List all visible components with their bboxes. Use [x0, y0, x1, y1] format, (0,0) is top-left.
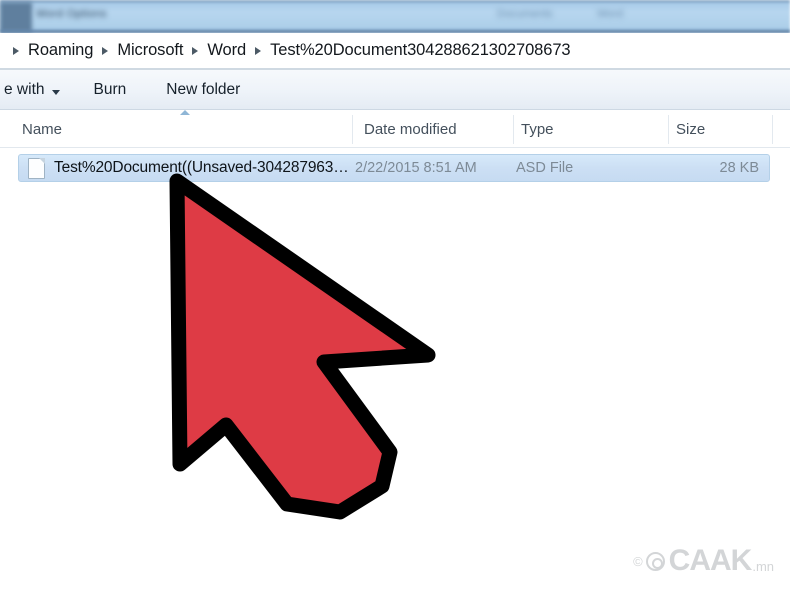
column-divider[interactable]: [513, 115, 514, 144]
window-titlebar-blurred: [0, 0, 790, 32]
file-size-cell: 28 KB: [719, 160, 760, 176]
copyright-icon: ©: [633, 553, 643, 569]
globe-icon: [645, 551, 665, 571]
window-right-label-a: Documents: [497, 8, 553, 20]
window-right-label-b: Word: [597, 8, 624, 20]
chevron-right-icon: [192, 46, 199, 55]
window-tab-label: Word Options: [36, 8, 107, 20]
column-header-type[interactable]: Type: [521, 121, 554, 138]
chevron-right-icon: [13, 46, 19, 55]
chevron-right-icon: [102, 46, 109, 55]
chevron-down-icon: [51, 89, 60, 95]
file-date-modified-cell: 2/22/2015 8:51 AM: [355, 160, 477, 176]
toolbar-open-with-button[interactable]: e with: [0, 77, 64, 103]
watermark: © CAAK .mn: [633, 546, 774, 576]
table-row[interactable]: Test%20Document((Unsaved-304287963… 2/22…: [18, 154, 770, 182]
window-left-edge: [0, 2, 32, 32]
file-name-cell: Test%20Document((Unsaved-304287963…: [54, 159, 349, 176]
toolbar-open-with-label: e with: [4, 81, 45, 98]
column-header-size[interactable]: Size: [676, 121, 705, 138]
watermark-brand: CAAK: [668, 544, 753, 577]
explorer-window: Word Options Documents Word Roaming Micr…: [0, 0, 790, 592]
breadcrumb[interactable]: Roaming Microsoft Word Test%20Document30…: [0, 33, 790, 68]
toolbar-new-folder-label: New folder: [166, 81, 241, 98]
column-divider[interactable]: [772, 115, 773, 144]
column-divider[interactable]: [668, 115, 669, 144]
breadcrumb-item-word[interactable]: Word: [207, 41, 246, 60]
chevron-right-icon: [255, 46, 262, 55]
column-header-date-modified[interactable]: Date modified: [364, 121, 457, 138]
sort-ascending-icon: [180, 110, 190, 115]
column-header-name[interactable]: Name: [22, 121, 62, 138]
file-type-cell: ASD File: [516, 160, 574, 176]
column-divider[interactable]: [352, 115, 353, 144]
toolbar-new-folder-button[interactable]: New folder: [162, 77, 244, 103]
toolbar-burn-label: Burn: [93, 81, 127, 98]
breadcrumb-item-current-folder[interactable]: Test%20Document304288621302708673: [270, 41, 570, 60]
file-list: Test%20Document((Unsaved-304287963… 2/22…: [0, 148, 790, 592]
breadcrumb-item-roaming[interactable]: Roaming: [28, 41, 93, 60]
toolbar-burn-button[interactable]: Burn: [90, 77, 131, 103]
command-toolbar: e with Burn New folder: [0, 70, 790, 110]
document-icon: [28, 157, 45, 179]
watermark-tld: .mn: [752, 559, 774, 574]
column-header-row: Name Date modified Type Size: [0, 110, 790, 148]
breadcrumb-item-microsoft[interactable]: Microsoft: [117, 41, 183, 60]
